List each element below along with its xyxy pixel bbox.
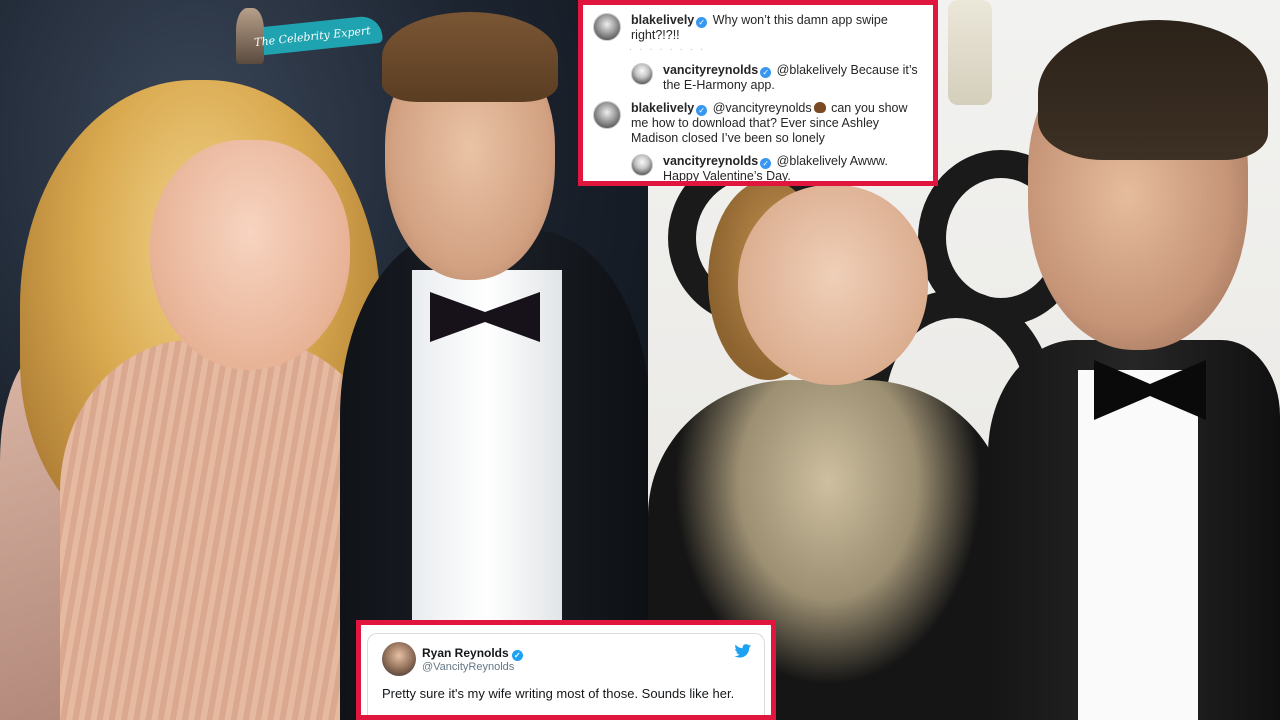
avatar[interactable] [382, 642, 416, 676]
tweet-text: Pretty sure it's my wife writing most of… [382, 686, 735, 701]
avatar[interactable] [631, 154, 653, 176]
tweet-author-handle[interactable]: @VancityReynolds [422, 661, 514, 673]
comment-row: blakelively ✓ Why won’t this damn app swi… [593, 13, 923, 43]
comment-username[interactable]: blakelively [631, 101, 694, 115]
comment-username[interactable]: vancityreynolds [663, 63, 758, 77]
twitter-bird-icon[interactable] [734, 644, 752, 658]
verified-badge-icon: ✓ [760, 158, 772, 169]
comment-row: vancityreynolds ✓ @blakelively Because it… [593, 63, 923, 93]
tweet-author-name[interactable]: Ryan Reynolds [422, 646, 509, 660]
couple-photo-left [0, 0, 648, 720]
avatar[interactable] [631, 63, 653, 85]
verified-badge-icon: ✓ [511, 650, 523, 661]
avatar[interactable] [593, 101, 621, 129]
comment-username[interactable]: blakelively [631, 13, 694, 27]
watermark-logo: The Celebrity Expert [236, 8, 386, 64]
poop-emoji-icon [813, 102, 826, 113]
avatar[interactable] [593, 13, 621, 41]
comment-username[interactable]: vancityreynolds [663, 154, 758, 168]
verified-badge-icon: ✓ [760, 67, 772, 78]
verified-badge-icon: ✓ [696, 17, 708, 28]
comment-mention[interactable]: @vancityreynolds [713, 101, 812, 115]
tweet-box: Ryan Reynolds ✓ @VancityReynolds Pretty s… [356, 620, 776, 720]
comment-meta-faded: · · · · · · · · [629, 44, 706, 55]
instagram-comments-box: blakelively ✓ Why won’t this damn app swi… [578, 0, 938, 186]
comment-row: vancityreynolds ✓ @blakelively Awww. Happ… [593, 154, 923, 181]
verified-badge-icon: ✓ [696, 105, 708, 116]
comment-row: blakelively ✓ @vancityreynolds can you sh… [593, 101, 923, 146]
tweet-card: Ryan Reynolds ✓ @VancityReynolds Pretty s… [367, 633, 765, 715]
